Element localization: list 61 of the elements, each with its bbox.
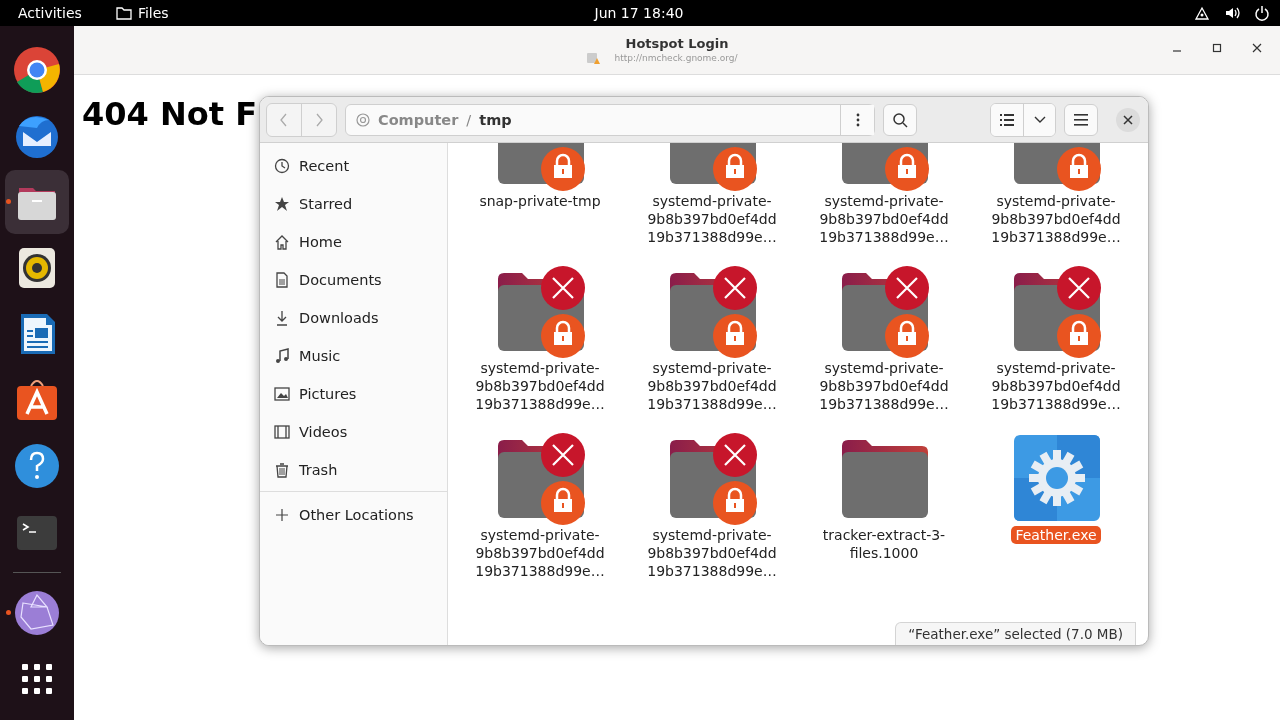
help-icon xyxy=(13,442,61,490)
status-overlay: “Feather.exe” selected (7.0 MB) xyxy=(895,622,1136,645)
maximize-icon[interactable] xyxy=(1212,43,1222,53)
search-button[interactable] xyxy=(883,103,917,136)
search-icon xyxy=(892,111,908,128)
sidebar-item[interactable]: Other Locations xyxy=(260,496,447,534)
warning-icon xyxy=(586,50,601,65)
sidebar-item[interactable]: Downloads xyxy=(260,299,447,337)
activities-button[interactable]: Activities xyxy=(8,5,92,21)
clock-button[interactable]: Jun 17 18:40 xyxy=(584,5,694,21)
file-name[interactable]: systemd-private- 9b8b397bd0ef4dd 19b371388d99e… xyxy=(643,192,781,246)
film-icon xyxy=(274,424,290,440)
browser-icon xyxy=(13,46,61,94)
menu-button[interactable] xyxy=(1064,103,1098,136)
globe-icon xyxy=(13,589,61,637)
file-name[interactable]: tracker-extract-3- files.1000 xyxy=(818,526,950,562)
document-icon xyxy=(274,272,290,288)
sidebar-item[interactable]: Music xyxy=(260,337,447,375)
file-name[interactable]: systemd-private- 9b8b397bd0ef4dd 19b371388d99e… xyxy=(815,359,953,413)
close-icon xyxy=(1123,114,1133,125)
sidebar-item[interactable]: Videos xyxy=(260,413,447,451)
file-name[interactable]: systemd-private- 9b8b397bd0ef4dd 19b371388d99e… xyxy=(643,359,781,413)
file-name[interactable]: snap-private-tmp xyxy=(475,192,605,210)
volume-icon[interactable] xyxy=(1224,5,1240,21)
file-name[interactable]: Feather.exe xyxy=(1011,526,1101,544)
power-icon[interactable] xyxy=(1254,5,1270,21)
caret-icon xyxy=(1033,115,1046,124)
window-title: Hotspot Login xyxy=(625,35,729,51)
sidebar-item[interactable]: Trash xyxy=(260,451,447,489)
app-menu-button[interactable]: Files xyxy=(105,5,179,21)
dock-item[interactable] xyxy=(5,170,69,234)
star-icon xyxy=(274,196,290,212)
download-icon xyxy=(274,310,290,326)
file-name[interactable]: systemd-private- 9b8b397bd0ef4dd 19b371388d99e… xyxy=(643,526,781,580)
music-note-icon xyxy=(274,348,290,364)
page-url: http://nmcheck.gnome.org/ xyxy=(614,52,738,63)
sidebar-item[interactable]: Starred xyxy=(260,185,447,223)
trash-icon xyxy=(274,462,290,478)
drive-icon xyxy=(356,112,370,127)
file-name[interactable]: systemd-private- 9b8b397bd0ef4dd 19b371388d99e… xyxy=(471,526,609,580)
path-separator: / xyxy=(466,111,472,128)
list-icon xyxy=(1000,113,1014,126)
file-name[interactable]: systemd-private- 9b8b397bd0ef4dd 19b371388d99e… xyxy=(987,359,1125,413)
file-name[interactable]: systemd-private- 9b8b397bd0ef4dd 19b371388d99e… xyxy=(815,192,953,246)
close-button[interactable] xyxy=(1116,107,1140,132)
sidebar-item[interactable]: Documents xyxy=(260,261,447,299)
file-name[interactable]: systemd-private- 9b8b397bd0ef4dd 19b371388d99e… xyxy=(471,359,609,413)
page-heading: 404 Not F xyxy=(82,95,257,133)
picture-icon xyxy=(274,386,290,402)
close-icon[interactable] xyxy=(1252,43,1262,53)
file-name[interactable]: systemd-private- 9b8b397bd0ef4dd 19b371388d99e… xyxy=(987,192,1125,246)
plus-icon xyxy=(274,507,290,523)
more-icon xyxy=(855,112,860,127)
home-icon xyxy=(274,234,290,250)
sidebar-item[interactable]: Recent xyxy=(260,147,447,185)
folder-icon xyxy=(115,6,132,20)
sidebar-item[interactable]: Pictures xyxy=(260,375,447,413)
clock-icon xyxy=(274,158,290,174)
path-crumb[interactable]: tmp xyxy=(479,111,512,128)
menu-icon xyxy=(1074,113,1088,126)
sidebar-item[interactable]: Home xyxy=(260,223,447,261)
